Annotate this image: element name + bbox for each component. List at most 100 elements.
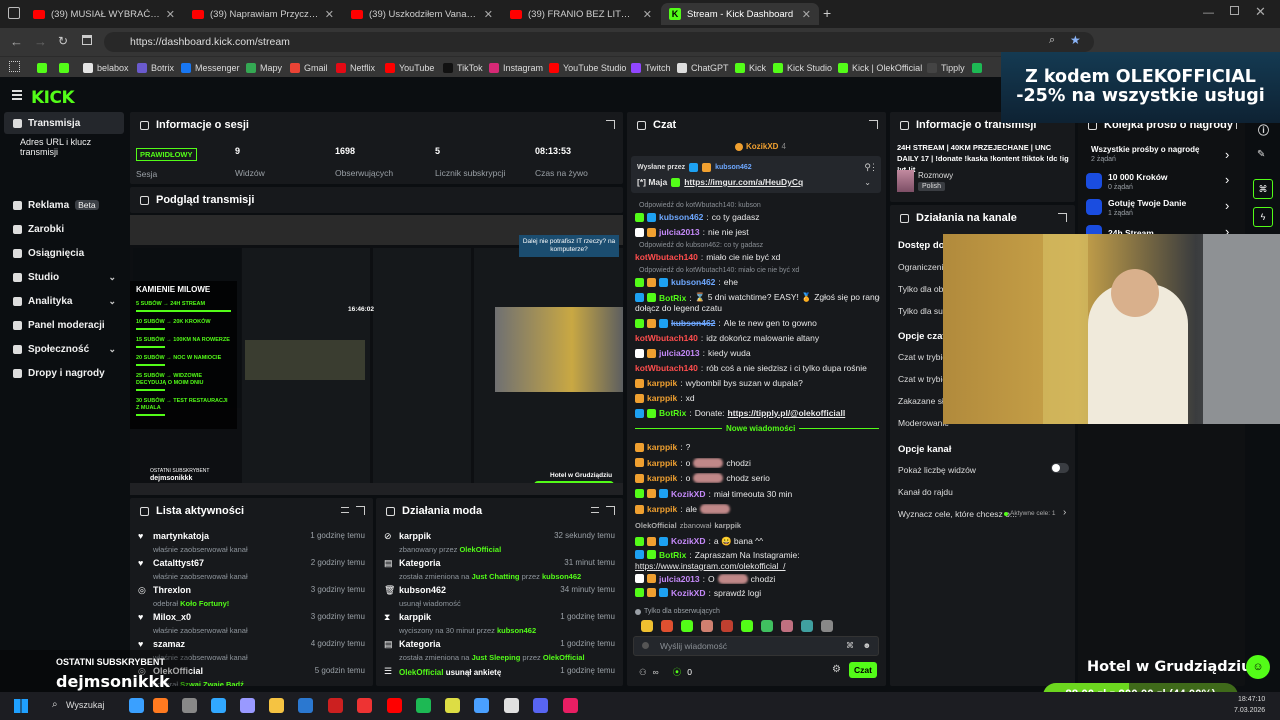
back-icon[interactable]: ←	[10, 34, 23, 49]
chevron-right-icon[interactable]: ›	[1225, 147, 1229, 162]
chat-username[interactable]: karppik	[647, 473, 677, 483]
chat-message[interactable]: karppik: o chodz serio	[635, 473, 880, 483]
emote-icon[interactable]	[741, 620, 753, 632]
bookmark-item[interactable]: Kick Studio	[773, 60, 832, 75]
bookmark-item[interactable]: Netflix	[336, 60, 375, 75]
chat-username[interactable]: kotWbutach140	[635, 363, 698, 373]
chat-username[interactable]: kubson462	[671, 318, 715, 328]
apps-icon[interactable]	[9, 61, 20, 72]
windows-start-icon[interactable]	[14, 699, 28, 713]
kick-chat-icon[interactable]: ☺	[1246, 655, 1270, 679]
emoji-icon[interactable]: ☻	[863, 641, 871, 650]
more-icon[interactable]: ⋮	[869, 162, 878, 173]
chat-username[interactable]: karppik	[647, 504, 677, 514]
chat-message[interactable]: karppik: ale	[635, 504, 880, 514]
browser-tab[interactable]: (39) Naprawiam Przyczepę Kem... ✕	[184, 3, 342, 25]
send-chat-button[interactable]: Czat	[849, 662, 877, 678]
chat-username[interactable]: BotRix	[659, 550, 686, 560]
maximize-icon[interactable]	[1230, 6, 1239, 15]
close-tab-icon[interactable]: ✕	[643, 8, 652, 21]
taskbar-search-text[interactable]: Wyszukaj	[66, 700, 104, 710]
sidebar-item[interactable]: Dropy i nagrody	[4, 362, 124, 384]
steam-icon[interactable]	[504, 698, 519, 713]
chat-message[interactable]: BotRix: Zapraszam Na Instagramie:	[635, 550, 880, 560]
chevron-right-icon[interactable]: ›	[1225, 198, 1229, 213]
photoshop-icon[interactable]	[211, 698, 226, 713]
emote-icon[interactable]	[721, 620, 733, 632]
command-icon[interactable]: ⌘	[846, 641, 854, 650]
chat-message[interactable]: kubson462: co ty gadasz	[635, 212, 880, 222]
chrome-icon[interactable]	[445, 698, 460, 713]
chat-username[interactable]: KozikXD	[671, 536, 705, 546]
browser-tab[interactable]: (39) Uszkodziłem Vana o Słup B... ✕	[343, 3, 501, 25]
bookmark-item[interactable]: YouTube Studio	[549, 60, 626, 75]
chat-username[interactable]: karppik	[647, 458, 677, 468]
bookmark-star-icon[interactable]: ★	[1070, 33, 1081, 47]
bookmark-item[interactable]: belabox	[83, 60, 129, 75]
url-field[interactable]: https://dashboard.kick.com/stream	[104, 32, 1094, 52]
chat-message[interactable]: karppik: wybombil bys suzan w dupala?	[635, 378, 880, 388]
goals-label[interactable]: Wyznacz cele, które chcesz o...	[898, 509, 1017, 519]
chat-username[interactable]: kubson462	[671, 277, 715, 287]
chat-message[interactable]: kotWbutach140: idz dokończ malowanie alta…	[635, 333, 880, 343]
show-viewers-toggle[interactable]	[1051, 463, 1069, 473]
bookmark-item[interactable]	[972, 60, 982, 75]
sidebar-item[interactable]: Transmisja	[4, 112, 124, 134]
chat-message[interactable]: KozikXD: miał timeouta 30 min	[635, 489, 880, 499]
browser-tab[interactable]: K Stream - Kick Dashboard ✕	[661, 3, 819, 25]
discord-icon[interactable]	[533, 698, 548, 713]
bookmark-item[interactable]: YouTube	[385, 60, 434, 75]
chat-message[interactable]: julcia2013: kiedy wuda	[635, 348, 880, 358]
chat-username[interactable]: KozikXD	[671, 489, 705, 499]
chat-username[interactable]: karppik	[647, 393, 677, 403]
chat-message[interactable]: julcia2013: Ochodzi	[635, 573, 880, 584]
setting-row[interactable]: Czat w trybie	[898, 374, 947, 384]
record-icon[interactable]	[328, 698, 343, 713]
search-icon[interactable]: ⌕	[52, 699, 58, 710]
sidebar-item[interactable]: Reklama Beta	[4, 194, 124, 216]
chat-message[interactable]: KozikXD: a 😀 bana ^^	[635, 536, 880, 547]
chat-username[interactable]: julcia2013	[659, 227, 700, 237]
emote-icon[interactable]	[661, 620, 673, 632]
chat-username[interactable]: kubson462	[659, 212, 703, 222]
bookmark-item[interactable]: Kick	[735, 60, 766, 75]
settings-gear-icon[interactable]: ⚙	[832, 664, 841, 675]
chat-username[interactable]: julcia2013	[659, 348, 700, 358]
chat-username[interactable]: karppik	[647, 378, 677, 388]
redapp-icon[interactable]	[357, 698, 372, 713]
users-icon[interactable]: ⚇	[639, 667, 647, 678]
bookmark-item[interactable]: ChatGPT	[677, 60, 729, 75]
zoom-icon[interactable]: ⌕	[1049, 34, 1055, 47]
folder-icon[interactable]	[269, 698, 284, 713]
chat-message[interactable]: kotWbutach140: miało cie nie być xd	[635, 252, 880, 262]
browser-tab[interactable]: (39) MUSIAŁ WYBRAĆ KOGO U... ✕	[25, 3, 183, 25]
bookmark-item[interactable]: Instagram	[489, 60, 543, 75]
reload-icon[interactable]: ↻	[58, 34, 68, 48]
chat-message[interactable]: kotWbutach140: rób coś a nie siedzisz i c…	[635, 363, 880, 373]
chat-message[interactable]: karppik:?	[635, 442, 880, 452]
sidebar-item[interactable]: Adres URL i klucz transmisji	[4, 136, 124, 158]
chat-message[interactable]: karppik: xd	[635, 393, 880, 403]
chat-message[interactable]: kubson462: Ale te new gen to gowno	[635, 318, 880, 328]
chat-username[interactable]: BotRix	[659, 293, 686, 303]
popout-icon[interactable]	[606, 506, 615, 515]
chat-username[interactable]: julcia2013	[659, 574, 700, 584]
close-tab-icon[interactable]: ✕	[166, 8, 175, 21]
bookmark-item[interactable]: Messenger	[181, 60, 240, 75]
sidebar-item[interactable]: Zarobki	[4, 218, 124, 240]
chat-message[interactable]: julcia2013: nie nie jest	[635, 227, 880, 237]
popout-icon[interactable]	[1058, 213, 1067, 222]
spotify-icon[interactable]	[416, 698, 431, 713]
bookmark-item[interactable]: Twitch	[631, 60, 671, 75]
close-window-icon[interactable]: ✕	[1255, 4, 1266, 20]
kick-logo[interactable]: KICK	[31, 88, 75, 108]
bookmark-item[interactable]	[37, 60, 47, 75]
chat-link[interactable]: https://tipply.pl/@olekofficiall	[728, 408, 846, 418]
popout-icon[interactable]	[356, 506, 365, 515]
tab-search-icon[interactable]	[8, 7, 20, 19]
filter-icon[interactable]	[341, 507, 349, 513]
sidebar-item[interactable]: Panel moderacji	[4, 314, 124, 336]
pinned-link[interactable]: https://imgur.com/a/HeuDyCq	[684, 177, 803, 187]
chat-username[interactable]: KozikXD	[671, 588, 705, 598]
close-tab-icon[interactable]: ✕	[325, 8, 334, 21]
